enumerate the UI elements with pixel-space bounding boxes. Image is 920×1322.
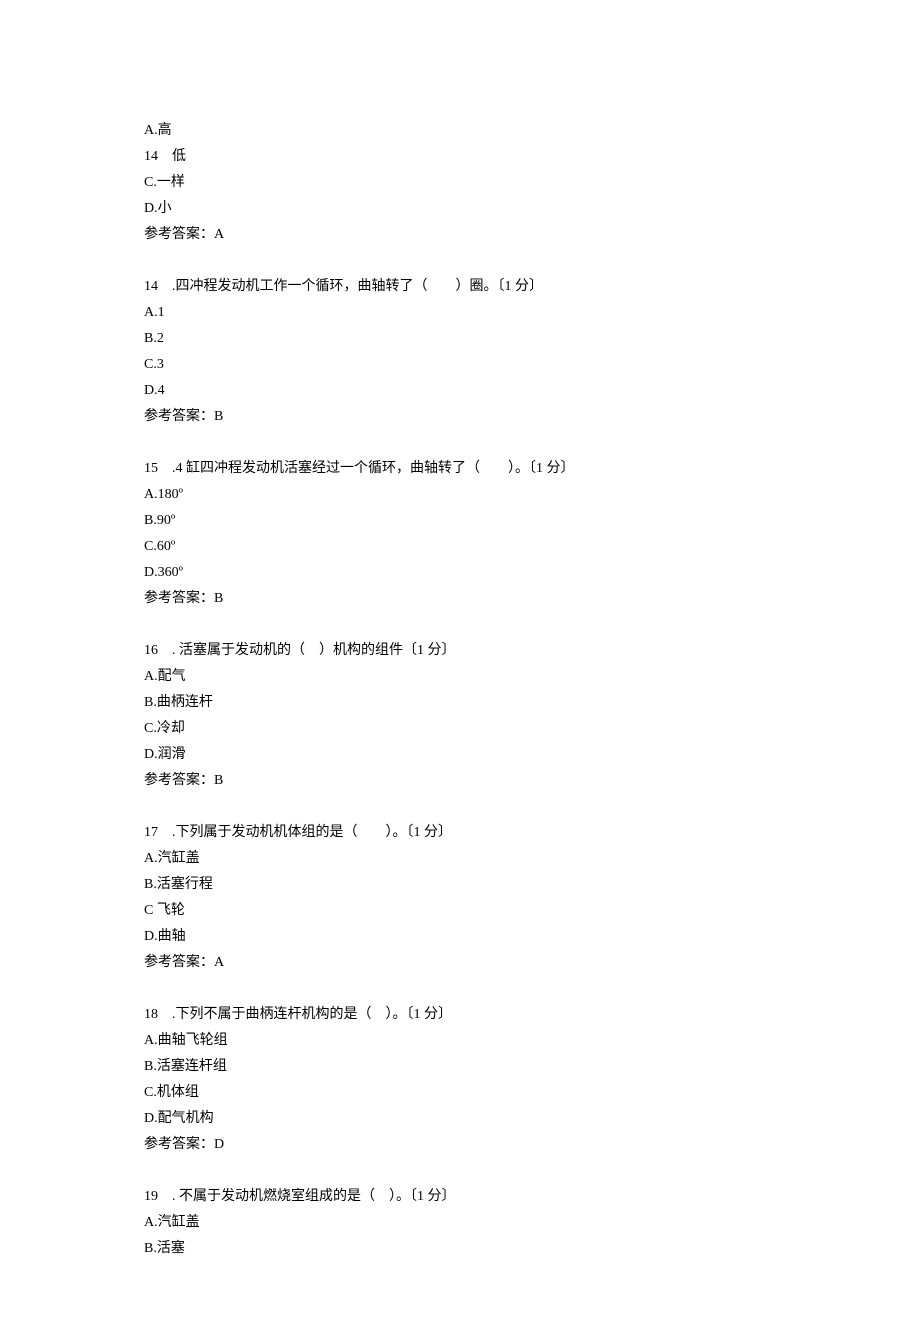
q17-option-d: D.曲轴 [144,924,776,950]
q15-option-b: B.90º [144,508,776,534]
blank-line [144,430,776,456]
blank-line [144,794,776,820]
q13-answer: 参考答案：A [144,222,776,248]
q13-option-d: D.小 [144,196,776,222]
q15-option-a: A.180º [144,482,776,508]
q16-option-b: B.曲柄连杆 [144,690,776,716]
q16-answer: 参考答案：B [144,768,776,794]
document-page: A.高 14 低 C.一样 D.小 参考答案：A 14 .四冲程发动机工作一个循… [0,0,920,1322]
q17-option-c: C 飞轮 [144,898,776,924]
q13-option-b: 14 低 [144,144,776,170]
q16-option-a: A.配气 [144,664,776,690]
blank-line [144,612,776,638]
q17-answer: 参考答案：A [144,950,776,976]
q18-stem: 18 .下列不属于曲柄连杆机构的是（ ）。〔1 分〕 [144,1002,776,1028]
q13-option-a: A.高 [144,118,776,144]
q18-option-d: D.配气机构 [144,1106,776,1132]
q15-option-c: C.60º [144,534,776,560]
q15-answer: 参考答案：B [144,586,776,612]
q17-stem: 17 .下列属于发动机机体组的是（ ）。〔1 分〕 [144,820,776,846]
q15-stem: 15 .4 缸四冲程发动机活塞经过一个循环，曲轴转了（ ）。〔1 分〕 [144,456,776,482]
q18-option-a: A.曲轴飞轮组 [144,1028,776,1054]
q15-option-d: D.360º [144,560,776,586]
blank-line [144,248,776,274]
q19-option-b: B.活塞 [144,1236,776,1262]
q16-option-d: D.润滑 [144,742,776,768]
blank-line [144,1158,776,1184]
q18-option-b: B.活塞连杆组 [144,1054,776,1080]
q14-option-c: C.3 [144,352,776,378]
q17-option-a: A.汽缸盖 [144,846,776,872]
q13-option-c: C.一样 [144,170,776,196]
blank-line [144,976,776,1002]
q14-option-b: B.2 [144,326,776,352]
q14-option-d: D.4 [144,378,776,404]
q14-option-a: A.1 [144,300,776,326]
q16-option-c: C.冷却 [144,716,776,742]
q14-answer: 参考答案：B [144,404,776,430]
q18-answer: 参考答案：D [144,1132,776,1158]
q19-stem: 19 . 不属于发动机燃烧室组成的是（ ）。〔1 分〕 [144,1184,776,1210]
q18-option-c: C.机体组 [144,1080,776,1106]
q19-option-a: A.汽缸盖 [144,1210,776,1236]
q16-stem: 16 . 活塞属于发动机的（ ）机构的组件〔1 分〕 [144,638,776,664]
q17-option-b: B.活塞行程 [144,872,776,898]
q14-stem: 14 .四冲程发动机工作一个循环，曲轴转了（ ）圈。〔1 分〕 [144,274,776,300]
